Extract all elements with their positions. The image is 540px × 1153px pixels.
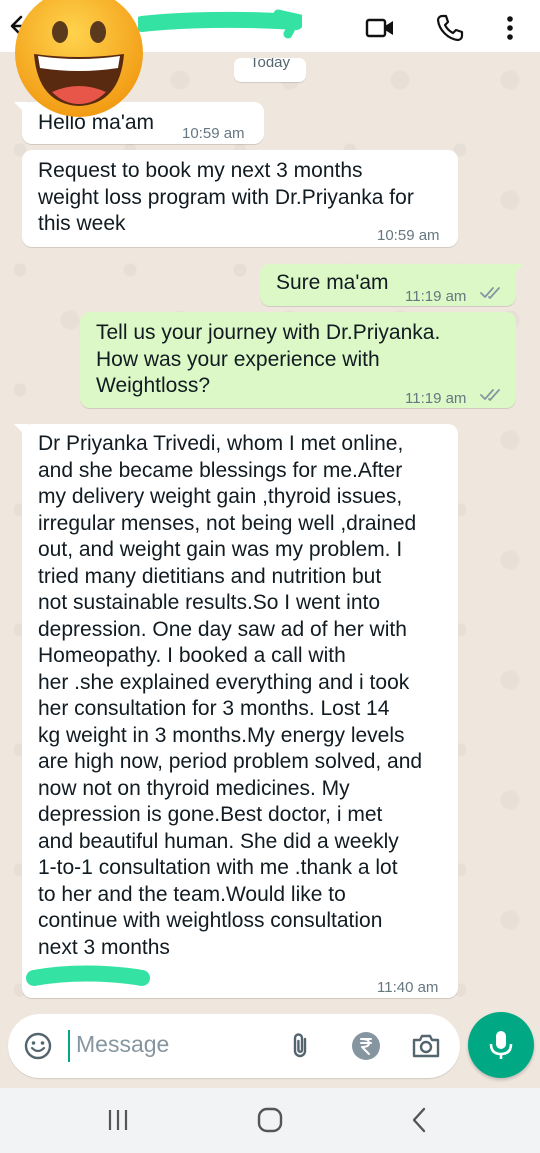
attach-icon[interactable] — [284, 1030, 316, 1062]
grinning-face-sticker-icon — [15, 0, 143, 117]
contact-name-redaction — [138, 9, 302, 39]
message-text: Request to book my next 3 months weight … — [38, 159, 414, 235]
bubble-tail — [14, 424, 28, 438]
message-bubble-incoming[interactable]: Request to book my next 3 months weight … — [22, 150, 458, 247]
rupee-payment-icon[interactable] — [350, 1030, 382, 1062]
text-cursor — [68, 1030, 70, 1062]
message-input[interactable]: Message — [76, 1031, 169, 1058]
message-text: Dr Priyanka Trivedi, whom I met online, … — [38, 432, 423, 959]
date-chip: Today — [234, 58, 306, 82]
message-time: 11:40 am — [377, 979, 439, 996]
message-text: Tell us your journey with Dr.Priyanka. H… — [96, 321, 441, 397]
recent-apps-icon[interactable] — [102, 1104, 134, 1136]
mic-icon — [489, 1031, 513, 1059]
read-ticks-icon — [480, 389, 500, 401]
message-bubble-outgoing[interactable]: Sure ma'am 11:19 am — [260, 264, 524, 306]
message-text: Sure ma'am — [276, 271, 389, 294]
message-time: 10:59 am — [182, 125, 245, 142]
camera-icon[interactable] — [410, 1030, 442, 1062]
message-time: 11:19 am — [405, 390, 467, 407]
message-composer[interactable]: Message — [8, 1014, 460, 1078]
read-ticks-icon — [480, 287, 500, 299]
system-navigation-bar — [0, 1088, 540, 1153]
home-icon[interactable] — [254, 1104, 286, 1136]
message-bubble-outgoing[interactable]: Tell us your journey with Dr.Priyanka. H… — [80, 312, 516, 408]
voice-call-icon[interactable] — [434, 12, 466, 44]
emoji-icon[interactable] — [22, 1030, 54, 1062]
more-options-icon[interactable] — [494, 12, 526, 44]
nav-back-icon[interactable] — [404, 1104, 436, 1136]
voice-record-button[interactable] — [468, 1012, 534, 1078]
video-call-icon[interactable] — [364, 12, 396, 44]
bubble-tail — [510, 264, 524, 278]
message-bubble-incoming[interactable]: Dr Priyanka Trivedi, whom I met online, … — [14, 424, 458, 998]
signature-redaction — [26, 965, 150, 986]
message-time: 11:19 am — [405, 288, 467, 305]
message-time: 10:59 am — [377, 227, 440, 244]
